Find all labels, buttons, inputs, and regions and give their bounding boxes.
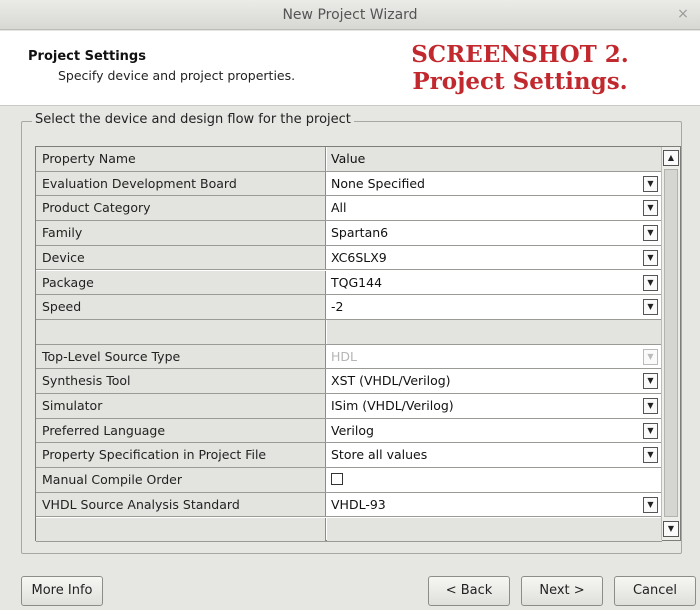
property-name-cell: Speed [36, 295, 326, 319]
table-row[interactable]: Preferred Language Verilog ▼ [36, 418, 662, 444]
property-name-cell: Top-Level Source Type [36, 344, 326, 369]
window-title: New Project Wizard [282, 7, 418, 23]
project-properties-table: Property Name Value Evaluation Developme… [35, 146, 681, 543]
table-row[interactable]: Property Specification in Project File St… [36, 443, 662, 469]
cancel-button[interactable]: Cancel [614, 576, 696, 606]
table-row[interactable]: Manual Compile Order [36, 468, 662, 493]
table-row[interactable]: Device XC6SLX9 ▼ [36, 245, 662, 271]
screenshot-caption-overlay: SCREENSHOT 2. Project Settings. [385, 41, 655, 95]
dropdown-arrow-icon[interactable]: ▼ [643, 398, 658, 414]
dropdown-arrow-icon[interactable]: ▼ [643, 175, 658, 192]
group-legend: Select the device and design flow for th… [32, 112, 354, 127]
property-value-text: XC6SLX9 [331, 249, 387, 265]
property-value-text: XST (VHDL/Verilog) [331, 373, 451, 389]
property-value-cell: HDL ▼ [327, 345, 662, 369]
property-value-cell[interactable]: All ▼ [327, 196, 662, 220]
property-value-text: All [331, 200, 347, 216]
table-row[interactable] [36, 319, 662, 345]
property-value-cell[interactable] [327, 468, 662, 492]
property-name-cell: Device [36, 245, 326, 270]
table-header-row: Property Name Value [36, 147, 662, 172]
property-name-cell: Property Specification in Project File [36, 443, 326, 468]
close-icon[interactable]: × [674, 5, 692, 23]
property-value-cell[interactable]: Store all values ▼ [327, 443, 662, 467]
property-name-cell: Product Category [36, 196, 326, 221]
dropdown-arrow-icon[interactable]: ▼ [643, 225, 658, 242]
property-value-text: TQG144 [331, 274, 383, 290]
scrollbar-thumb[interactable] [664, 169, 678, 517]
property-name-cell: Preferred Language [36, 418, 326, 443]
dropdown-arrow-icon[interactable]: ▼ [643, 249, 658, 266]
property-value-cell[interactable]: ISim (VHDL/Verilog) ▼ [327, 394, 662, 418]
property-name-cell [36, 517, 326, 542]
property-value-text: ISim (VHDL/Verilog) [331, 398, 454, 413]
table-row[interactable]: Product Category All ▼ [36, 196, 662, 222]
table-row[interactable]: Evaluation Development Board None Specifi… [36, 171, 662, 197]
column-header-value: Value [327, 147, 662, 171]
property-value-text: VHDL-93 [331, 496, 386, 512]
dropdown-arrow-icon[interactable]: ▼ [643, 422, 658, 439]
property-value-cell[interactable]: XC6SLX9 ▼ [327, 246, 662, 270]
manual-compile-order-checkbox[interactable] [331, 473, 343, 486]
page-title: Project Settings [28, 49, 146, 64]
property-value-text: Store all values [331, 447, 428, 463]
overlay-line-2: Project Settings. [412, 68, 628, 95]
table-row[interactable]: Package TQG144 ▼ [36, 270, 662, 296]
property-value-text: Spartan6 [331, 225, 389, 241]
property-value-cell[interactable]: TQG144 ▼ [327, 271, 662, 295]
property-value-text: HDL [331, 348, 357, 364]
next-button[interactable]: Next > [521, 576, 603, 606]
column-header-property-name: Property Name [36, 147, 326, 171]
property-name-cell: Manual Compile Order [36, 468, 326, 492]
property-value-cell[interactable]: None Specified ▼ [327, 172, 662, 196]
table-scrollbar[interactable]: ▲ ▼ [661, 147, 680, 540]
dropdown-arrow-icon[interactable]: ▼ [643, 299, 658, 316]
property-value-cell [327, 319, 662, 344]
table-row[interactable]: Top-Level Source Type HDL ▼ [36, 344, 662, 370]
property-name-cell: Family [36, 221, 326, 245]
table-row[interactable]: Family Spartan6 ▼ [36, 221, 662, 246]
dropdown-arrow-icon[interactable]: ▼ [643, 200, 658, 217]
page-subtitle: Specify device and project properties. [58, 68, 296, 83]
property-value-cell[interactable]: Spartan6 ▼ [327, 221, 662, 245]
table-row[interactable]: Synthesis Tool XST (VHDL/Verilog) ▼ [36, 369, 662, 394]
new-project-wizard-window: New Project Wizard × Project Settings Sp… [0, 0, 700, 610]
property-name-cell: Evaluation Development Board [36, 171, 326, 196]
dropdown-arrow-icon[interactable]: ▼ [643, 274, 658, 291]
scroll-down-icon[interactable]: ▼ [663, 521, 679, 537]
dropdown-arrow-icon[interactable]: ▼ [643, 447, 658, 464]
table-row[interactable] [36, 517, 662, 543]
table-row[interactable]: VHDL Source Analysis Standard VHDL-93 ▼ [36, 492, 662, 518]
property-value-cell[interactable]: -2 ▼ [327, 295, 662, 319]
property-value-text: Verilog [331, 422, 374, 438]
back-button[interactable]: < Back [428, 576, 510, 606]
property-value-text: None Specified [331, 175, 425, 191]
overlay-line-1: SCREENSHOT 2. [411, 41, 629, 68]
property-name-cell [36, 319, 326, 344]
property-value-cell[interactable]: Verilog ▼ [327, 419, 662, 443]
table-row[interactable]: Simulator ISim (VHDL/Verilog) ▼ [36, 394, 662, 419]
property-value-cell[interactable]: VHDL-93 ▼ [327, 493, 662, 517]
more-info-button[interactable]: More Info [21, 576, 103, 606]
dropdown-arrow-icon: ▼ [643, 348, 658, 365]
property-value-text: -2 [331, 299, 344, 315]
dropdown-arrow-icon[interactable]: ▼ [643, 373, 658, 390]
wizard-header: Project Settings Specify device and proj… [0, 31, 700, 106]
dropdown-arrow-icon[interactable]: ▼ [643, 496, 658, 513]
title-bar: New Project Wizard × [0, 0, 700, 30]
property-name-cell: Simulator [36, 394, 326, 418]
scroll-up-icon[interactable]: ▲ [663, 150, 679, 166]
property-name-cell: Package [36, 270, 326, 295]
property-name-cell: VHDL Source Analysis Standard [36, 492, 326, 517]
property-name-cell: Synthesis Tool [36, 369, 326, 393]
table-row[interactable]: Speed -2 ▼ [36, 295, 662, 320]
property-value-cell[interactable]: XST (VHDL/Verilog) ▼ [327, 369, 662, 393]
property-value-cell [327, 517, 662, 542]
